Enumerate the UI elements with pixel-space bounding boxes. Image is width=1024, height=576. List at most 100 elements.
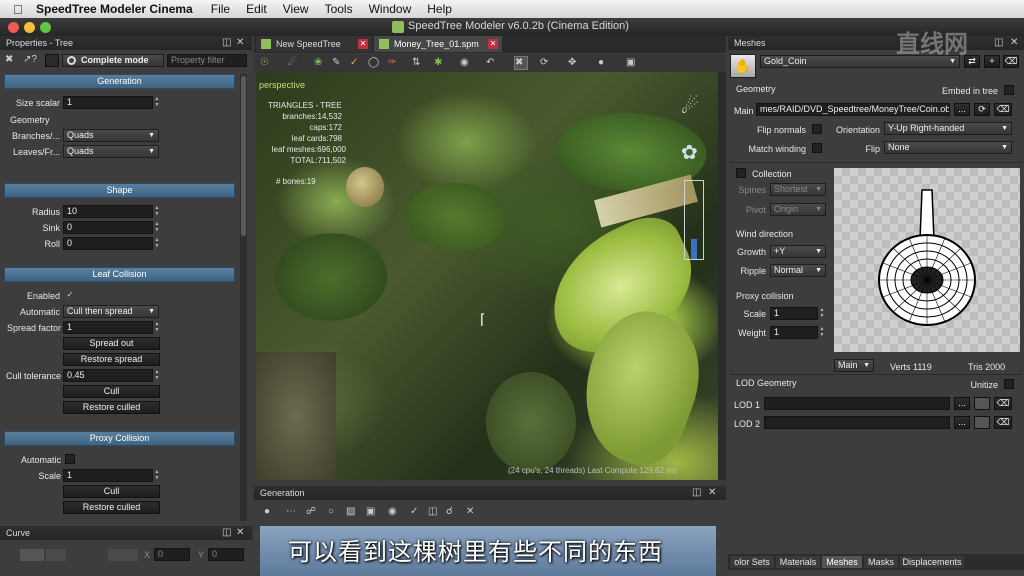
- ripple-dropdown[interactable]: Normal ▼: [770, 264, 826, 277]
- tab-masks[interactable]: Masks: [864, 556, 898, 568]
- match-winding-checkbox[interactable]: [812, 143, 822, 153]
- radius-stepper[interactable]: ▲ ▼: [153, 205, 161, 218]
- enabled-checkbox[interactable]: ✓: [65, 290, 75, 300]
- cursor-icon[interactable]: ☉: [260, 57, 269, 68]
- roll-stepper[interactable]: ▲ ▼: [153, 237, 161, 250]
- size-scalar-input[interactable]: 1: [63, 96, 153, 109]
- section-generation[interactable]: Generation: [4, 74, 235, 89]
- wind-icon[interactable]: ✱: [434, 57, 442, 68]
- lod1-edit-button[interactable]: ⌫: [994, 397, 1012, 410]
- proxy-automatic-checkbox[interactable]: [65, 454, 75, 464]
- float-panel-icon[interactable]: ◫: [692, 487, 701, 498]
- proxy-cull-button[interactable]: Cull: [63, 485, 160, 498]
- share-icon[interactable]: ☌: [446, 506, 453, 517]
- lod2-browse-button[interactable]: ...: [954, 416, 970, 429]
- browse-button[interactable]: ...: [954, 103, 970, 116]
- close-tab-icon[interactable]: ✕: [488, 39, 498, 49]
- circle-icon[interactable]: ○: [328, 506, 334, 517]
- tab-meshes[interactable]: Meshes: [822, 556, 862, 568]
- move-icon[interactable]: ✥: [568, 57, 576, 68]
- view-toggle-icon[interactable]: [45, 54, 59, 67]
- weight-input[interactable]: 1: [770, 326, 818, 339]
- lod2-reload-icon[interactable]: [974, 416, 990, 429]
- mesh-preview[interactable]: [834, 168, 1020, 352]
- zoom-window-button[interactable]: [40, 22, 51, 33]
- weight-stepper[interactable]: ▲ ▼: [818, 326, 826, 339]
- reload-icon[interactable]: ⟳: [974, 103, 990, 116]
- mesh-select-dropdown[interactable]: Gold_Coin ▼: [760, 55, 960, 68]
- float-panel-icon[interactable]: ◫: [994, 37, 1003, 48]
- eye-icon[interactable]: ◉: [388, 506, 397, 517]
- close-panel-icon[interactable]: ✕: [1010, 37, 1018, 48]
- spread-factor-stepper[interactable]: ▲ ▼: [153, 321, 161, 334]
- properties-scrollbar[interactable]: [240, 74, 247, 521]
- menu-help[interactable]: Help: [427, 2, 452, 16]
- lasso-icon[interactable]: ◯: [368, 57, 379, 68]
- automatic-dropdown[interactable]: Cull then spread ▼: [63, 305, 159, 318]
- collection-checkbox[interactable]: [736, 168, 746, 178]
- section-shape[interactable]: Shape: [4, 183, 235, 198]
- group-icon[interactable]: ▨: [346, 506, 355, 517]
- menu-view[interactable]: View: [283, 2, 309, 16]
- close-panel-icon[interactable]: ✕: [236, 37, 244, 48]
- section-leaf-collision[interactable]: Leaf Collision: [4, 267, 235, 282]
- sink-stepper[interactable]: ▲ ▼: [153, 221, 161, 234]
- lock-icon[interactable]: ◫: [428, 506, 437, 517]
- mode-dropdown[interactable]: Complete mode: [62, 54, 164, 67]
- curve-x-input[interactable]: 0: [154, 548, 190, 561]
- cube-icon[interactable]: ▣: [366, 506, 375, 517]
- help-cursor-icon[interactable]: ↗?: [23, 54, 37, 65]
- delete-icon[interactable]: ✕: [466, 506, 474, 517]
- close-panel-icon[interactable]: ✕: [708, 487, 716, 498]
- hand-tool-icon[interactable]: ✋: [730, 54, 756, 78]
- spread-factor-input[interactable]: 1: [63, 321, 153, 334]
- curve-y-input[interactable]: 0: [208, 548, 244, 561]
- proxy-scale-input[interactable]: 1: [770, 307, 818, 320]
- curve-shape-icon[interactable]: [108, 549, 138, 561]
- cull-tolerance-input[interactable]: 0.45: [63, 369, 153, 382]
- curve-preset-icon[interactable]: [20, 549, 44, 561]
- minimize-window-button[interactable]: [24, 22, 35, 33]
- camera-icon[interactable]: ▣: [626, 57, 635, 68]
- menu-tools[interactable]: Tools: [325, 2, 353, 16]
- restore-spread-button[interactable]: Restore spread: [63, 353, 160, 366]
- light-icon[interactable]: ●: [598, 57, 604, 68]
- cull-button[interactable]: Cull: [63, 385, 160, 398]
- proxy-scale-input[interactable]: 1: [63, 469, 153, 482]
- mesh-add-button[interactable]: +: [984, 55, 1000, 68]
- select-mode-icon[interactable]: ✖: [514, 56, 528, 70]
- draw-icon[interactable]: ✓: [350, 57, 358, 68]
- restore-culled-button[interactable]: Restore culled: [63, 401, 160, 414]
- rotate-icon[interactable]: ⟳: [540, 57, 548, 68]
- lod1-reload-icon[interactable]: [974, 397, 990, 410]
- node-tree-icon[interactable]: ☄: [288, 57, 297, 68]
- section-proxy-collision[interactable]: Proxy Collision: [4, 431, 235, 446]
- check-icon[interactable]: ✓: [410, 506, 418, 517]
- 3d-viewport[interactable]: perspective TRIANGLES - TREE branches:14…: [256, 72, 718, 480]
- curve-tool-icon[interactable]: ↶: [486, 57, 494, 68]
- unitize-checkbox[interactable]: [1004, 379, 1014, 389]
- dots-icon[interactable]: ⋯: [286, 506, 296, 517]
- tab-new-speedtree[interactable]: New SpeedTree ✕: [256, 36, 372, 52]
- sphere-icon[interactable]: ●: [264, 506, 270, 517]
- lod2-path-input[interactable]: [764, 416, 950, 429]
- flip-dropdown[interactable]: None ▼: [884, 141, 1012, 154]
- apple-icon[interactable]: : [0, 2, 36, 17]
- roll-input[interactable]: 0: [63, 237, 153, 250]
- lod2-edit-button[interactable]: ⌫: [994, 416, 1012, 429]
- mesh-swap-button[interactable]: ⇄: [964, 55, 980, 68]
- lod1-browse-button[interactable]: ...: [954, 397, 970, 410]
- close-panel-icon[interactable]: ✕: [236, 527, 244, 538]
- paint-icon[interactable]: ✑: [388, 57, 396, 68]
- leaves-dropdown[interactable]: Quads ▼: [63, 145, 159, 158]
- proxy-scale-stepper[interactable]: ▲ ▼: [153, 469, 161, 482]
- wind-gizmo-icon[interactable]: ✿: [681, 140, 698, 165]
- forces-icon[interactable]: ⇅: [412, 57, 420, 68]
- spines-dropdown[interactable]: Shortest ▼: [770, 183, 826, 196]
- lod1-path-input[interactable]: [764, 397, 950, 410]
- menu-file[interactable]: File: [211, 2, 230, 16]
- tab-money-tree[interactable]: Money_Tree_01.spm ✕: [374, 36, 502, 52]
- orientation-dropdown[interactable]: Y-Up Right-handed ▼: [884, 122, 1012, 135]
- flip-normals-checkbox[interactable]: [812, 124, 822, 134]
- mesh-edit-button[interactable]: ⌫: [994, 103, 1012, 116]
